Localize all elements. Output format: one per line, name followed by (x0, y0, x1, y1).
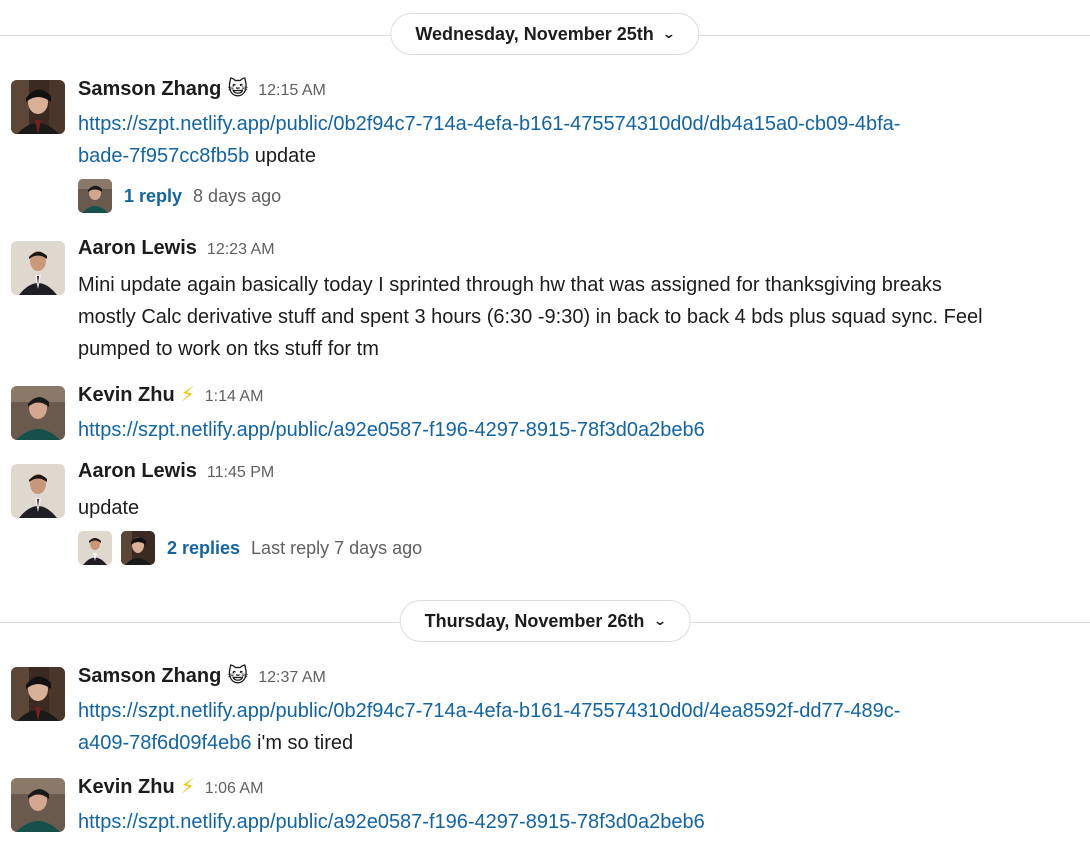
date-divider: Thursday, November 26th ⌄ (0, 600, 1090, 646)
message-text: i'm so tired (251, 732, 354, 754)
avatar-samson (121, 531, 155, 565)
message-body: https://szpt.netlify.app/public/a92e0587… (78, 806, 1083, 838)
sender-name[interactable]: Samson Zhang (78, 78, 221, 101)
timestamp[interactable]: 11:45 PM (207, 464, 274, 482)
date-pill-button[interactable]: Wednesday, November 25th ⌄ (390, 13, 700, 55)
message-link[interactable]: https://szpt.netlify.app/public/0b2f94c7… (78, 700, 900, 754)
avatar-aaron[interactable] (11, 241, 65, 295)
avatar-kevin[interactable] (11, 778, 65, 832)
thread-last-reply: Last reply 7 days ago (251, 537, 423, 558)
timestamp[interactable]: 12:23 AM (207, 241, 275, 259)
avatar-samson[interactable] (11, 667, 65, 721)
timestamp[interactable]: 1:14 AM (205, 388, 264, 406)
thread-summary[interactable]: 2 replies Last reply 7 days ago (78, 531, 422, 565)
avatar-kevin[interactable] (11, 386, 65, 440)
lightning-status-icon: ⚡ (180, 776, 195, 798)
chevron-down-icon: ⌄ (652, 613, 667, 628)
message-link[interactable]: https://szpt.netlify.app/public/a92e0587… (78, 811, 705, 833)
sender-name[interactable]: Aaron Lewis (78, 460, 197, 483)
message-link[interactable]: https://szpt.netlify.app/public/0b2f94c7… (78, 113, 900, 167)
message-body: https://szpt.netlify.app/public/0b2f94c7… (78, 695, 1083, 759)
message-body: https://szpt.netlify.app/public/a92e0587… (78, 414, 1083, 446)
avatar-aaron[interactable] (11, 464, 65, 518)
date-divider: Wednesday, November 25th ⌄ (0, 13, 1090, 59)
thread-summary[interactable]: 1 reply 8 days ago (78, 179, 281, 213)
reply-count-link[interactable]: 1 reply (124, 186, 182, 207)
cat-status-icon: 😺 (227, 78, 249, 100)
sender-name[interactable]: Samson Zhang (78, 665, 221, 688)
cat-status-icon: 😺 (227, 665, 249, 687)
date-pill-button[interactable]: Thursday, November 26th ⌄ (399, 600, 691, 642)
message-text: update (249, 145, 316, 167)
reply-count-link[interactable]: 2 replies (167, 538, 240, 559)
date-label: Wednesday, November 25th (415, 23, 654, 44)
message-body: Mini update again basically today I spri… (78, 274, 983, 360)
date-label: Thursday, November 26th (424, 610, 645, 631)
avatar-aaron (78, 531, 112, 565)
thread-last-reply: 8 days ago (193, 185, 282, 206)
message-body: update (78, 497, 140, 519)
timestamp[interactable]: 12:37 AM (258, 669, 326, 687)
message-link[interactable]: https://szpt.netlify.app/public/a92e0587… (78, 419, 705, 441)
chevron-down-icon: ⌄ (662, 26, 677, 41)
sender-name[interactable]: Aaron Lewis (78, 237, 197, 260)
sender-name[interactable]: Kevin Zhu (78, 776, 175, 799)
timestamp[interactable]: 12:15 AM (258, 82, 326, 100)
sender-name[interactable]: Kevin Zhu (78, 384, 175, 407)
lightning-status-icon: ⚡ (180, 384, 195, 406)
avatar-samson[interactable] (11, 80, 65, 134)
message-body: https://szpt.netlify.app/public/0b2f94c7… (78, 108, 1083, 172)
timestamp[interactable]: 1:06 AM (205, 780, 264, 798)
avatar-kevin (78, 179, 112, 213)
